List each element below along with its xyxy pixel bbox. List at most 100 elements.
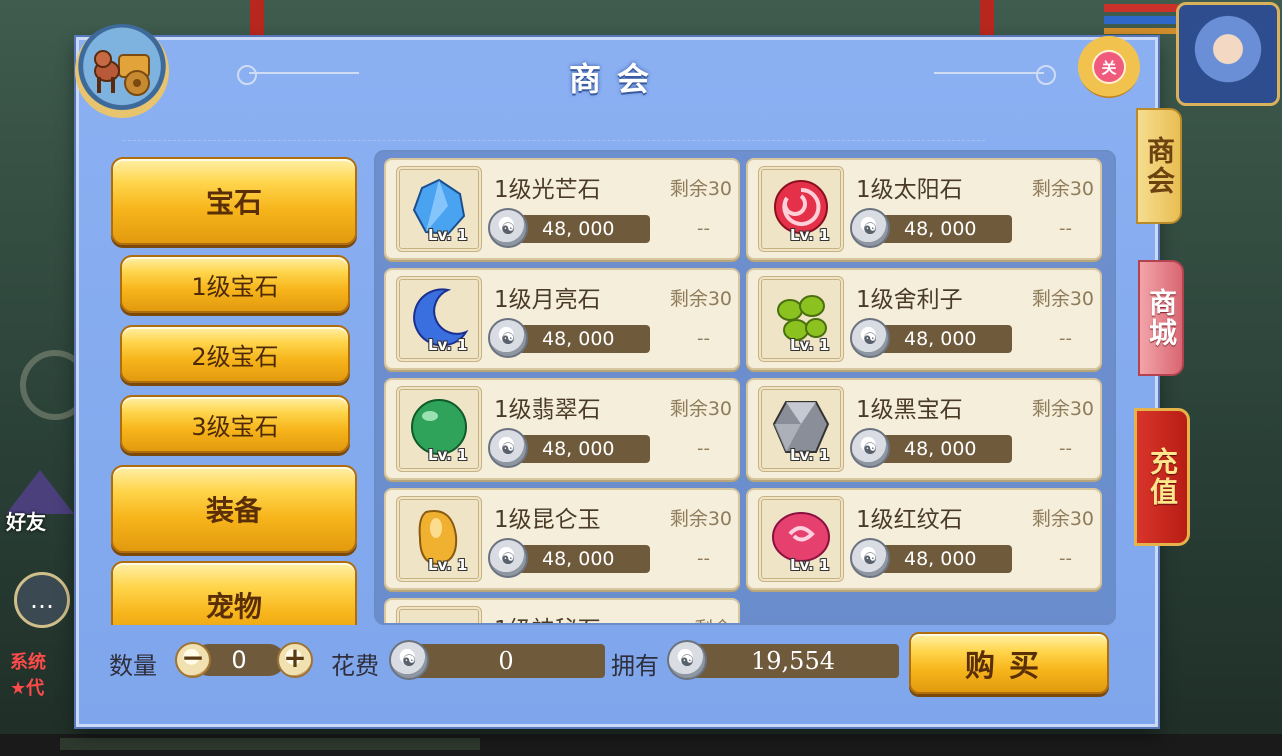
silver-coin-icon: ☯ [488,318,528,358]
tab-recharge[interactable]: 充值 [1134,408,1190,546]
item-price: 48, 000 [872,435,1012,463]
item-price: 48, 000 [872,325,1012,353]
system-line: ★代 [10,678,45,699]
silver-coin-icon: ☯ [488,208,528,248]
item-name: 1级昆仑玉 [494,507,601,533]
silver-coin-icon: ☯ [850,428,890,468]
item-card[interactable]: Lv. 1 1级光芒石 剩余30 48, 000 ☯ -- [384,158,740,260]
item-icon-frame [396,606,482,625]
item-stock: 剩余 [694,614,732,623]
item-card[interactable]: 1级神秘石 剩余 [384,598,740,625]
item-card[interactable]: Lv. 1 1级翡翠石 剩余30 48, 000 ☯ -- [384,378,740,480]
item-stock: 剩余30 [1031,398,1094,420]
item-extra: -- [697,548,710,569]
item-stock: 剩余30 [669,178,732,200]
item-level-label: Lv. 1 [790,226,830,244]
red-pillar [980,0,994,40]
system-message-log: 系统 ★代 [10,650,46,702]
item-name: 1级红纹石 [856,507,963,533]
silver-coin-icon: ☯ [389,640,429,680]
item-level-label: Lv. 1 [790,556,830,574]
item-stock: 剩余30 [669,288,732,310]
dialog-title-bar: 商会 [79,40,1155,110]
category-pets-button[interactable]: 宠物 [111,561,357,625]
category-level2-gems-button[interactable]: 2级宝石 [120,325,350,383]
item-level-label: Lv. 1 [428,336,468,354]
purchase-bar: 数量 0 − + 花费 0 ☯ 拥有 19,554 ☯ 购买 [79,632,1155,704]
item-price: 48, 000 [872,545,1012,573]
chat-bubble-icon[interactable]: … [14,572,70,628]
item-icon-frame: Lv. 1 [758,496,844,582]
silver-coin-icon: ☯ [850,318,890,358]
item-name: 1级神秘石 [494,610,601,623]
item-icon-frame: Lv. 1 [758,386,844,472]
item-grid[interactable]: Lv. 1 1级光芒石 剩余30 48, 000 ☯ -- Lv. 1 1级太阳… [374,150,1116,625]
system-tag: 系统 [10,652,46,673]
category-gems-button[interactable]: 宝石 [111,157,357,245]
item-card[interactable]: Lv. 1 1级黑宝石 剩余30 48, 000 ☯ -- [746,378,1102,480]
item-name: 1级黑宝石 [856,397,963,423]
title-divider [123,140,985,141]
plus-icon: + [283,641,307,674]
item-card[interactable]: Lv. 1 1级月亮石 剩余30 48, 000 ☯ -- [384,268,740,370]
red-pillar [250,0,264,40]
close-button[interactable]: 关 [1078,36,1140,98]
tab-mall[interactable]: 商城 [1138,260,1184,376]
category-equipment-button[interactable]: 装备 [111,465,357,553]
silver-coin-icon: ☯ [488,428,528,468]
item-card[interactable]: Lv. 1 1级太阳石 剩余30 48, 000 ☯ -- [746,158,1102,260]
item-name: 1级月亮石 [494,287,601,313]
decrement-button[interactable]: − [175,642,211,678]
item-icon-frame: Lv. 1 [758,166,844,252]
player-portrait-avatar[interactable] [1176,2,1280,106]
silver-coin-icon: ☯ [850,538,890,578]
item-stock: 剩余30 [669,398,732,420]
experience-bar [0,734,1282,756]
increment-button[interactable]: + [277,642,313,678]
buy-button[interactable]: 购买 [909,632,1109,694]
partial-gem-icon [408,616,470,625]
item-icon-frame: Lv. 1 [396,496,482,582]
merchant-cart-icon [75,24,169,118]
item-price: 48, 000 [510,215,650,243]
friend-button[interactable]: 好友 [6,470,76,546]
item-extra: -- [1059,328,1072,349]
item-price: 48, 000 [510,435,650,463]
item-icon-frame: Lv. 1 [758,276,844,362]
item-level-label: Lv. 1 [428,556,468,574]
item-extra: -- [1059,218,1072,239]
category-level3-gems-button[interactable]: 3级宝石 [120,395,350,453]
item-card[interactable]: Lv. 1 1级舍利子 剩余30 48, 000 ☯ -- [746,268,1102,370]
item-icon-frame: Lv. 1 [396,166,482,252]
item-stock: 剩余30 [1031,178,1094,200]
item-icon-frame: Lv. 1 [396,386,482,472]
item-level-label: Lv. 1 [790,446,830,464]
item-name: 1级太阳石 [856,177,963,203]
quantity-label: 数量 [109,652,157,680]
merchant-guild-dialog: 商会 关 宝石 1级宝石 2级宝石 3级宝石 装备 宠物 Lv. 1 1级光芒石… [75,24,1158,727]
item-stock: 剩余30 [669,508,732,530]
item-stock: 剩余30 [1031,508,1094,530]
item-card[interactable]: Lv. 1 1级昆仑玉 剩余30 48, 000 ☯ -- [384,488,740,590]
item-price: 48, 000 [510,325,650,353]
item-price: 48, 000 [872,215,1012,243]
silver-coin-icon: ☯ [850,208,890,248]
item-level-label: Lv. 1 [790,336,830,354]
item-extra: -- [697,328,710,349]
item-card[interactable]: Lv. 1 1级红纹石 剩余30 48, 000 ☯ -- [746,488,1102,590]
cost-value: 0 [407,644,605,678]
item-stock: 剩余30 [1031,288,1094,310]
item-name: 1级舍利子 [856,287,963,313]
cost-label: 花费 [331,652,379,680]
dialog-title: 商会 [568,60,665,98]
tab-merchant-guild[interactable]: 商会 [1136,108,1182,224]
category-level1-gems-button[interactable]: 1级宝石 [120,255,350,313]
item-extra: -- [697,438,710,459]
item-extra: -- [1059,548,1072,569]
item-level-label: Lv. 1 [428,226,468,244]
item-level-label: Lv. 1 [428,446,468,464]
minus-icon: − [181,641,205,674]
item-extra: -- [697,218,710,239]
item-extra: -- [1059,438,1072,459]
friend-label: 好友 [6,510,46,534]
